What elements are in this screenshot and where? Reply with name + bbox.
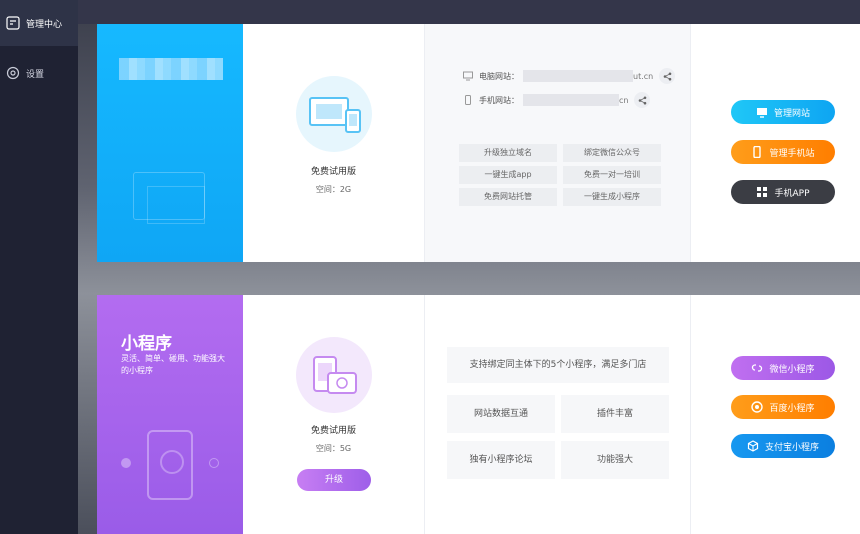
sidebar-item-settings[interactable]: 设置 bbox=[0, 50, 78, 96]
pc-url-row: 电脑网站： ut.cn bbox=[463, 68, 676, 84]
mobile-url-label: 手机网站： bbox=[479, 95, 519, 105]
button-label: 管理手机站 bbox=[769, 148, 815, 159]
sidebar: 管理中心 设置 bbox=[0, 0, 78, 534]
button-label: 支付宝小程序 bbox=[764, 442, 819, 453]
support-text: 支持绑定同主体下的5个小程序，满足多门店 bbox=[447, 347, 669, 383]
mobile-url-suffix[interactable]: cn bbox=[619, 96, 628, 105]
feature-button[interactable]: 绑定微信公众号 bbox=[563, 144, 661, 162]
mobile-app-button[interactable]: 手机APP bbox=[731, 180, 835, 204]
phone-icon bbox=[751, 146, 763, 158]
manage-site-button[interactable]: 管理网站 bbox=[731, 100, 835, 124]
plan-name: 免费试用版 bbox=[310, 167, 356, 177]
site-info: 电脑网站： ut.cn 手机网站： cn 升级独立域名 绑定微信公众号 一键生成… bbox=[425, 24, 691, 262]
mini-program-description: 灵活、简单、碰用、功能强大的小程序 bbox=[121, 354, 225, 375]
feature-button[interactable]: 一键生成小程序 bbox=[563, 188, 661, 206]
banner-decoration bbox=[209, 458, 219, 468]
feature-button[interactable]: 一键生成app bbox=[459, 166, 557, 184]
button-label: 管理网站 bbox=[773, 108, 810, 119]
sidebar-item-management-center[interactable]: 管理中心 bbox=[0, 0, 78, 46]
plan-name: 免费试用版 bbox=[310, 426, 356, 436]
site-banner bbox=[97, 24, 243, 262]
mobile-url-blurred bbox=[523, 94, 619, 106]
share-icon[interactable] bbox=[659, 68, 676, 84]
mini-program-devices-icon bbox=[296, 337, 372, 413]
monitor-icon bbox=[756, 106, 768, 118]
baidu-icon bbox=[751, 401, 764, 413]
mini-program-card: 小程序 灵活、简单、碰用、功能强大的小程序 免费试用版 空间：5G 升级 支持绑… bbox=[97, 295, 860, 534]
site-actions: 管理网站 管理手机站 手机APP bbox=[691, 24, 860, 262]
mobile-url-row: 手机网站： cn bbox=[463, 92, 651, 108]
button-label: 百度小程序 bbox=[769, 403, 815, 414]
site-card: 免费试用版 空间：2G 电脑网站： ut.cn 手机网站： cn 升级独立域名 … bbox=[97, 24, 860, 262]
mini-program-feature-grid: 网站数据互通 插件丰富 独有小程序论坛 功能强大 bbox=[447, 395, 669, 479]
feature-cell: 网站数据互通 bbox=[447, 395, 555, 433]
feature-button[interactable]: 升级独立域名 bbox=[459, 144, 557, 162]
sidebar-item-label: 管理中心 bbox=[26, 19, 63, 30]
app-grid-icon bbox=[756, 186, 768, 198]
mini-program-info: 支持绑定同主体下的5个小程序，满足多门店 网站数据互通 插件丰富 独有小程序论坛… bbox=[425, 295, 691, 534]
devices-icon bbox=[296, 76, 372, 152]
phone-illustration bbox=[147, 430, 193, 500]
edit-square-icon bbox=[6, 16, 20, 30]
site-plan: 免费试用版 空间：2G bbox=[243, 24, 425, 262]
pc-url-blurred bbox=[523, 70, 633, 82]
site-name-blurred bbox=[119, 58, 223, 80]
pc-url-label: 电脑网站： bbox=[479, 71, 519, 81]
mini-program-actions: 微信小程序 百度小程序 支付宝小程序 bbox=[691, 295, 860, 534]
sidebar-item-label: 设置 bbox=[26, 69, 45, 80]
feature-button[interactable]: 免费一对一培训 bbox=[563, 166, 661, 184]
manage-mobile-button[interactable]: 管理手机站 bbox=[731, 140, 835, 164]
feature-button[interactable]: 免费网站托管 bbox=[459, 188, 557, 206]
plan-space: 空间：2G bbox=[315, 185, 352, 194]
mini-program-banner: 小程序 灵活、简单、碰用、功能强大的小程序 bbox=[97, 295, 243, 534]
feature-cell: 插件丰富 bbox=[561, 395, 669, 433]
baidu-mini-program-button[interactable]: 百度小程序 bbox=[731, 395, 835, 419]
banner-decoration bbox=[147, 186, 205, 224]
feature-cell: 独有小程序论坛 bbox=[447, 441, 555, 479]
plan-space: 空间：5G bbox=[315, 444, 352, 453]
feature-cell: 功能强大 bbox=[561, 441, 669, 479]
wechat-mini-program-button[interactable]: 微信小程序 bbox=[731, 356, 835, 380]
mini-program-plan: 免费试用版 空间：5G 升级 bbox=[243, 295, 425, 534]
pc-url-suffix[interactable]: ut.cn bbox=[633, 72, 653, 81]
share-icon[interactable] bbox=[634, 92, 651, 108]
wechat-link-icon bbox=[751, 362, 763, 374]
button-label: 微信小程序 bbox=[769, 364, 815, 375]
site-feature-grid: 升级独立域名 绑定微信公众号 一键生成app 免费一对一培训 免费网站托管 一键… bbox=[459, 144, 665, 206]
phone-icon bbox=[463, 95, 473, 105]
monitor-icon bbox=[463, 71, 473, 81]
button-label: 手机APP bbox=[774, 188, 810, 199]
banner-decoration bbox=[121, 458, 131, 468]
mini-program-title: 小程序 bbox=[121, 334, 172, 354]
alipay-cube-icon bbox=[747, 440, 759, 452]
alipay-mini-program-button[interactable]: 支付宝小程序 bbox=[731, 434, 835, 458]
settings-circle-icon bbox=[6, 66, 20, 80]
upgrade-button[interactable]: 升级 bbox=[297, 469, 371, 491]
